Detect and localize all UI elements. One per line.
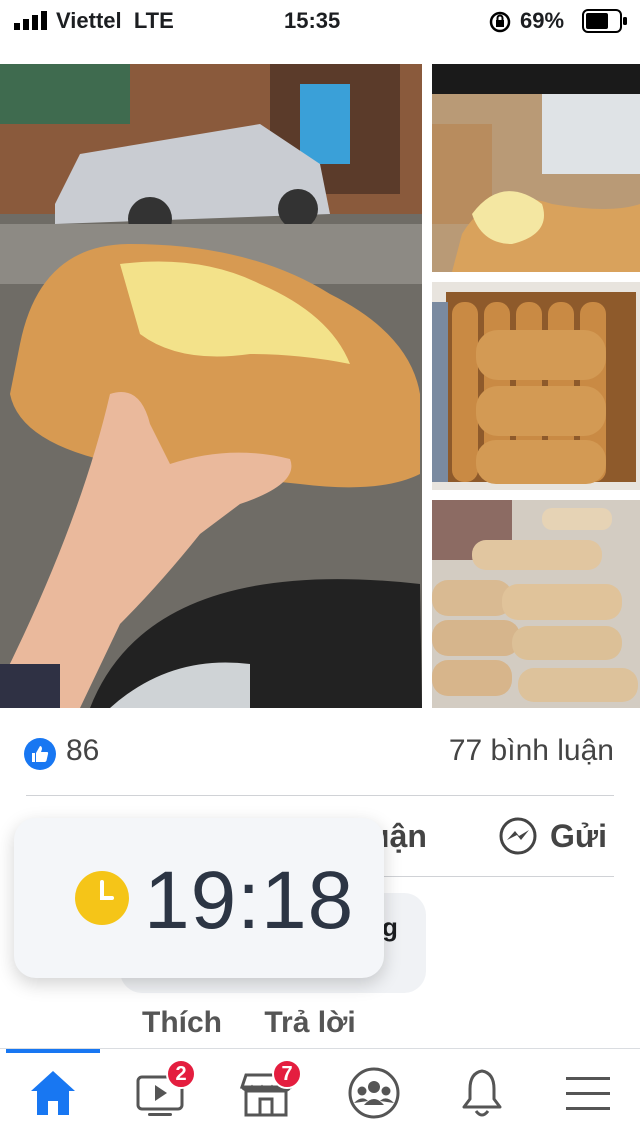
watch-badge: 2 bbox=[166, 1059, 196, 1089]
signal-icon bbox=[14, 11, 47, 30]
send-label: Gửi bbox=[550, 817, 607, 854]
active-tab-indicator bbox=[6, 1049, 100, 1053]
tab-home[interactable] bbox=[23, 1063, 83, 1123]
photo-3[interactable] bbox=[432, 282, 640, 490]
tab-marketplace[interactable]: 7 bbox=[236, 1059, 302, 1123]
comment-count[interactable]: 77 bình luận bbox=[449, 734, 614, 768]
status-time: 15:35 bbox=[284, 8, 341, 33]
send-button[interactable]: Gửi bbox=[498, 814, 607, 858]
clock-time: 19:18 bbox=[144, 855, 355, 946]
photo-4[interactable] bbox=[432, 500, 640, 708]
comment-like-button[interactable]: Thích bbox=[142, 1006, 222, 1039]
bottom-tab-bar: 2 7 bbox=[0, 1048, 640, 1138]
tab-menu[interactable] bbox=[558, 1063, 618, 1123]
clock-overlay: 19:18 bbox=[14, 818, 384, 978]
tab-notifications[interactable] bbox=[452, 1063, 512, 1123]
post-reactions-bar: 86 77 bình luận bbox=[0, 718, 640, 788]
like-reaction-icon bbox=[24, 738, 56, 770]
battery-percent: 69% bbox=[520, 8, 565, 33]
divider bbox=[26, 795, 614, 796]
network-label: LTE bbox=[133, 8, 174, 33]
comment-text: g bbox=[382, 912, 398, 942]
clock-icon bbox=[75, 871, 129, 925]
home-icon bbox=[31, 1071, 75, 1115]
battery-icon bbox=[582, 9, 627, 33]
status-bar: Viettel LTE 15:35 69% bbox=[0, 0, 640, 44]
carrier-label: Viettel LTE bbox=[56, 8, 174, 33]
comment-actions: Thích Trả lời bbox=[142, 1006, 390, 1040]
marketplace-badge: 7 bbox=[272, 1059, 302, 1089]
tab-watch[interactable]: 2 bbox=[130, 1059, 196, 1123]
photo-2[interactable] bbox=[432, 64, 640, 272]
rotation-lock-icon bbox=[489, 11, 511, 33]
like-count[interactable]: 86 bbox=[66, 734, 99, 768]
comment-reply-button[interactable]: Trả lời bbox=[264, 1006, 355, 1039]
messenger-icon bbox=[499, 817, 537, 855]
photo-main[interactable] bbox=[0, 64, 422, 708]
tab-groups[interactable] bbox=[344, 1063, 404, 1123]
groups-icon bbox=[348, 1067, 400, 1119]
post-photo-grid bbox=[0, 64, 640, 708]
hamburger-icon bbox=[566, 1077, 610, 1110]
bell-icon bbox=[462, 1069, 502, 1117]
